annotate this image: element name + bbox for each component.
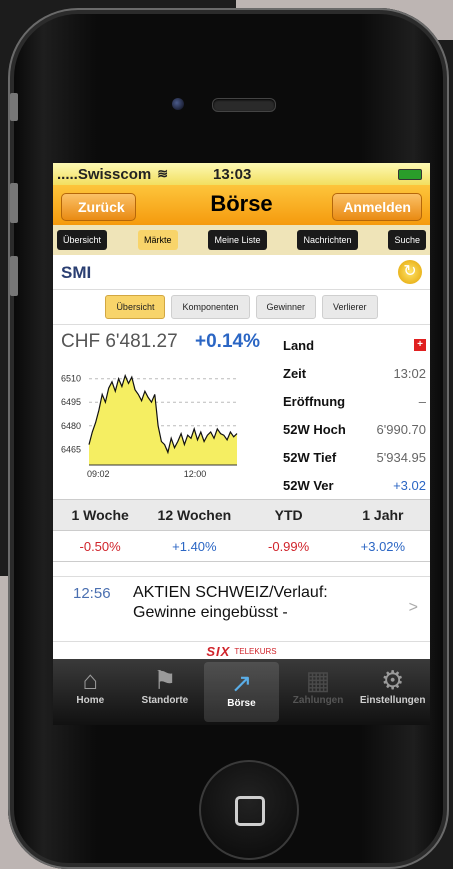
performance-header: 1 Woche xyxy=(71,507,129,523)
y-tick-label: 6510 xyxy=(61,374,81,384)
x-tick-label: 12:00 xyxy=(184,469,207,479)
info-label: Land xyxy=(283,337,315,353)
phone-screen: .....Swisscom ≋ 13:03 Zurück Börse Anmel… xyxy=(53,163,430,725)
home-button[interactable] xyxy=(199,760,299,860)
segment-komponenten[interactable]: Komponenten xyxy=(171,295,250,319)
segment-gewinner[interactable]: Gewinner xyxy=(255,295,317,319)
login-button[interactable]: Anmelden xyxy=(332,193,422,221)
home-square-icon xyxy=(235,796,265,826)
volume-up-button xyxy=(10,183,18,223)
payments-icon: ▦ xyxy=(305,665,331,695)
performance-header: YTD xyxy=(274,507,303,523)
six-logo: SIX xyxy=(206,643,231,659)
info-list: Land + Zeit 13:02 Eröffnung – 52W Hoch 6… xyxy=(283,331,426,499)
info-label: Eröffnung xyxy=(283,393,346,409)
quote-panel: CHF 6'481.27 +0.14% 6510 6495 6480 6465 09:0… xyxy=(53,324,430,499)
tab-nachrichten[interactable]: Nachrichten xyxy=(297,230,358,250)
tabbar-label: Zahlungen xyxy=(292,695,344,706)
x-tick-label: 09:02 xyxy=(87,469,110,479)
performance-value: -0.99% xyxy=(268,538,310,554)
navigation-bar: Zurück Börse Anmelden xyxy=(53,185,430,225)
news-item[interactable]: 12:56 AKTIEN SCHWEIZ/Verlauf: Gewinne ei… xyxy=(53,576,430,633)
index-name: SMI xyxy=(61,263,92,282)
info-value: – xyxy=(418,393,426,409)
info-value: 13:02 xyxy=(393,365,426,381)
performance-header-row: 1 Woche 12 Wochen YTD 1 Jahr xyxy=(53,500,430,530)
chart-area xyxy=(89,375,237,465)
info-value: 5'934.95 xyxy=(376,449,426,465)
info-label: 52W Tief xyxy=(283,449,337,465)
tabbar-item-einstellungen[interactable]: ⚙ Einstellungen xyxy=(355,659,430,725)
info-value: +3.02 xyxy=(393,477,426,493)
swiss-flag-icon: + xyxy=(414,339,426,351)
chart-icon: ↗ xyxy=(230,668,253,698)
news-time: 12:56 xyxy=(73,585,111,602)
performance-header: 1 Jahr xyxy=(362,507,404,523)
news-headline: AKTIEN SCHWEIZ/Verlauf: Gewinne eingebüs… xyxy=(133,584,328,621)
location-icon: ⚑ xyxy=(153,665,177,695)
performance-value: -0.50% xyxy=(79,538,121,554)
home-icon: ⌂ xyxy=(82,665,99,695)
info-label: 52W Ver xyxy=(283,477,334,493)
tab-uebersicht[interactable]: Übersicht xyxy=(57,230,108,250)
tabbar-label: Standorte xyxy=(141,695,189,706)
mute-switch xyxy=(10,93,18,121)
clock: 13:03 xyxy=(213,165,252,183)
y-tick-label: 6480 xyxy=(61,421,81,431)
carrier-label: .....Swisscom xyxy=(57,165,152,183)
tab-maerkte[interactable]: Märkte xyxy=(137,230,178,250)
tab-suche[interactable]: Suche xyxy=(388,230,426,250)
tabbar-label: Börse xyxy=(227,698,256,709)
performance-value-row: -0.50% +1.40% -0.99% +3.02% xyxy=(53,530,430,562)
settings-icon: ⚙ xyxy=(381,665,405,695)
chevron-right-icon: > xyxy=(408,599,418,616)
section-tabs: Übersicht Märkte Meine Liste Nachrichten… xyxy=(53,225,430,255)
index-price: CHF 6'481.27 xyxy=(61,331,178,352)
performance-value: +1.40% xyxy=(172,538,217,554)
brand-text: TELEKURS xyxy=(234,646,277,656)
performance-header: 12 Wochen xyxy=(157,507,232,523)
segment-uebersicht[interactable]: Übersicht xyxy=(105,295,166,319)
battery-icon xyxy=(398,169,422,180)
performance-table: 1 Woche 12 Wochen YTD 1 Jahr -0.50% +1.4… xyxy=(53,499,430,562)
performance-value: +3.02% xyxy=(360,538,406,554)
wifi-icon: ≋ xyxy=(157,166,169,181)
tabbar-item-standorte[interactable]: ⚑ Standorte xyxy=(128,659,203,725)
tabbar-item-home[interactable]: ⌂ Home xyxy=(53,659,128,725)
segment-verlierer[interactable]: Verlierer xyxy=(322,295,378,319)
intraday-chart: 6510 6495 6480 6465 09:02 12:00 xyxy=(61,374,238,479)
volume-down-button xyxy=(10,256,18,296)
tab-meine-liste[interactable]: Meine Liste xyxy=(208,230,267,250)
y-tick-label: 6465 xyxy=(61,444,81,454)
index-change: +0.14% xyxy=(195,331,260,352)
refresh-icon[interactable]: ↻ xyxy=(398,260,422,284)
bottom-tab-bar: ⌂ Home ⚑ Standorte ↗ Börse ▦ Zahlungen ⚙… xyxy=(53,659,430,725)
info-row-52w-tief: 52W Tief 5'934.95 xyxy=(283,443,426,471)
tabbar-item-zahlungen[interactable]: ▦ Zahlungen xyxy=(281,659,356,725)
earpiece-speaker xyxy=(212,98,276,112)
info-row-land: Land + xyxy=(283,331,426,359)
tabbar-item-boerse[interactable]: ↗ Börse xyxy=(204,662,279,722)
info-label: 52W Hoch xyxy=(283,421,346,437)
info-row-eroeffnung: Eröffnung – xyxy=(283,387,426,415)
front-camera xyxy=(172,98,184,110)
brand-footer: SIX TELEKURS xyxy=(53,641,430,660)
info-label: Zeit xyxy=(283,365,307,381)
tabbar-label: Einstellungen xyxy=(359,695,426,706)
y-tick-label: 6495 xyxy=(61,397,81,407)
info-value: 6'990.70 xyxy=(376,421,426,437)
status-bar: .....Swisscom ≋ 13:03 xyxy=(53,163,430,185)
segmented-control: Übersicht Komponenten Gewinner Verlierer xyxy=(53,290,430,324)
info-row-52w-hoch: 52W Hoch 6'990.70 xyxy=(283,415,426,443)
index-header: SMI ↻ xyxy=(53,255,430,290)
tabbar-label: Home xyxy=(76,695,105,706)
info-row-52w-ver: 52W Ver +3.02 xyxy=(283,471,426,499)
info-row-zeit: Zeit 13:02 xyxy=(283,359,426,387)
